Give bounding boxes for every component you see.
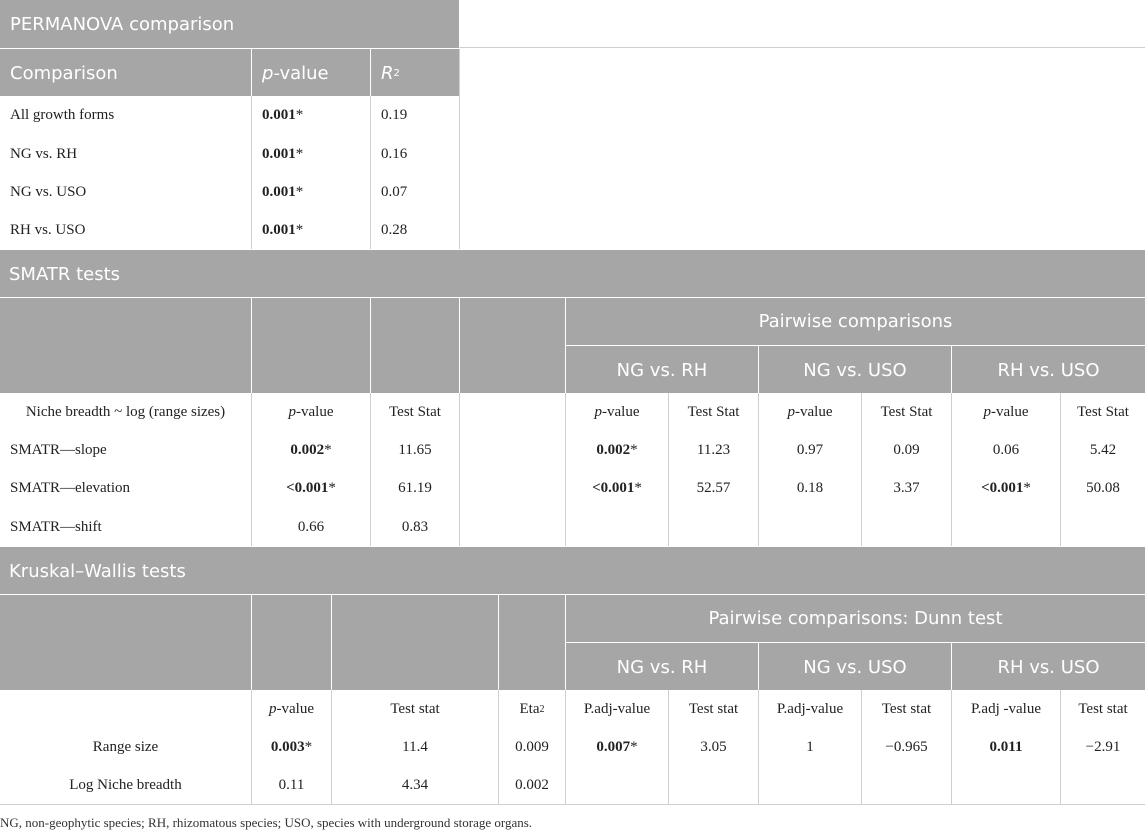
kruskal-pairwise-title: Pairwise comparisons: Dunn test [565, 595, 1145, 643]
kruskal-title-row: Kruskal–Wallis tests [0, 546, 1145, 595]
table-row: Log Niche breadth 0.11 4.34 0.002 [0, 766, 1145, 805]
smatr-header: Pairwise comparisons NG vs. RH NG vs. US… [0, 297, 1145, 394]
table-row: SMATR—elevation <0.001 * 61.19 <0.001 * 52… [0, 469, 1145, 509]
col-p-value: p -value [251, 49, 370, 97]
smatr-group-ng-uso: NG vs. USO [758, 346, 951, 394]
smatr-pairwise-title: Pairwise comparisons [565, 298, 1145, 346]
kruskal-header: Pairwise comparisons: Dunn test NG vs. R… [0, 594, 1145, 691]
table-row: NG vs. USO 0.001 * 0.07 [0, 173, 1145, 212]
smatr-title: SMATR tests [9, 263, 121, 285]
permanova-header-row: Comparison p -value R2 [0, 48, 1145, 97]
permanova-title-row: PERMANOVA comparison [0, 0, 1145, 48]
table-row: NG vs. RH 0.001 * 0.16 [0, 135, 1145, 174]
kruskal-group-ng-uso: NG vs. USO [758, 643, 951, 691]
table-row: All growth forms 0.001 * 0.19 [0, 96, 1145, 136]
kruskal-subheader-row: p -value Test stat Eta 2 P.adj-value Test … [0, 690, 1145, 729]
smatr-group-ng-rh: NG vs. RH [565, 346, 758, 394]
smatr-subheader-row: Niche breadth ~ log (range sizes) p -valu… [0, 393, 1145, 432]
table-row: SMATR—shift 0.66 0.83 [0, 508, 1145, 546]
smatr-group-rh-uso: RH vs. USO [951, 346, 1145, 394]
table-row: Range size 0.003 * 11.4 0.009 0.007 * 3.05… [0, 728, 1145, 767]
table-row: RH vs. USO 0.001 * 0.28 [0, 211, 1145, 249]
permanova-title: PERMANOVA comparison [10, 13, 235, 35]
kruskal-group-ng-rh: NG vs. RH [565, 643, 758, 691]
table-footnote: NG, non-geophytic species; RH, rhizomato… [0, 815, 533, 830]
smatr-title-row: SMATR tests [0, 249, 1145, 298]
col-comparison: Comparison [10, 62, 118, 84]
col-r2: R2 [370, 49, 459, 97]
table-row: SMATR—slope 0.002 * 11.65 0.002 * 11.23 0.… [0, 431, 1145, 470]
kruskal-group-rh-uso: RH vs. USO [951, 643, 1145, 691]
kruskal-title: Kruskal–Wallis tests [9, 560, 186, 582]
